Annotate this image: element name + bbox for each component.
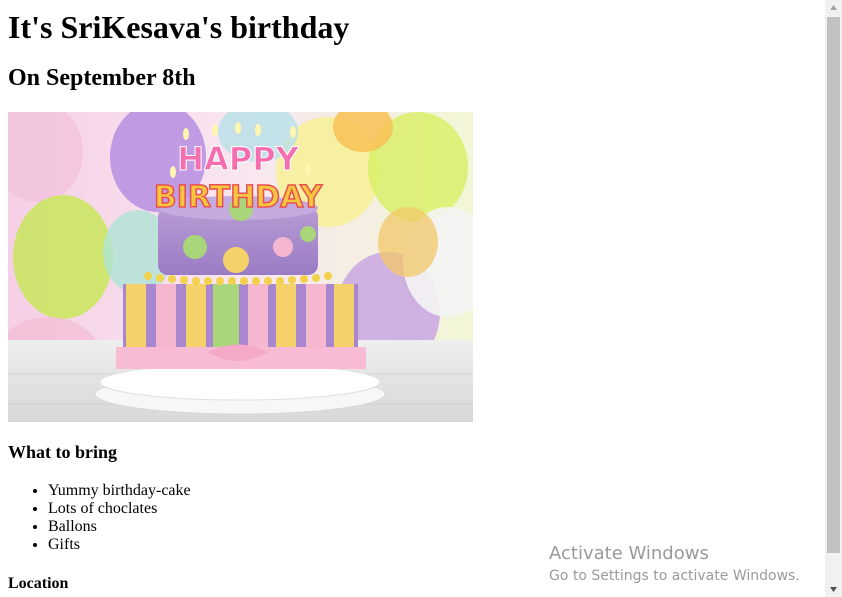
triangle-down-icon	[830, 587, 837, 592]
list-item: Lots of choclates	[48, 500, 191, 518]
bring-list: Yummy birthday-cake Lots of choclates Ba…	[8, 482, 191, 554]
list-item: Gifts	[48, 536, 191, 554]
list-item: Ballons	[48, 518, 191, 536]
cake-text-birthday: BIRTHDAY	[154, 180, 324, 215]
watermark-subtitle: Go to Settings to activate Windows.	[549, 568, 800, 584]
page-content: It's SriKesava's birthday On September 8…	[0, 0, 825, 597]
scrollbar-thumb[interactable]	[827, 17, 840, 553]
birthday-cake-image: HAPPY BIRTHDAY	[8, 112, 473, 422]
page-title: It's SriKesava's birthday	[8, 9, 350, 45]
activate-windows-watermark: Activate Windows Go to Settings to activ…	[549, 543, 800, 585]
date-heading: On September 8th	[8, 65, 196, 91]
watermark-title: Activate Windows	[549, 543, 709, 564]
cake-text-happy: HAPPY	[177, 140, 299, 178]
triangle-up-icon	[830, 5, 837, 10]
list-item: Yummy birthday-cake	[48, 482, 191, 500]
scroll-down-button[interactable]	[825, 581, 842, 597]
vertical-scrollbar[interactable]	[825, 0, 842, 597]
bring-heading: What to bring	[8, 442, 118, 462]
scroll-up-button[interactable]	[825, 0, 842, 16]
location-heading: Location	[8, 575, 69, 592]
